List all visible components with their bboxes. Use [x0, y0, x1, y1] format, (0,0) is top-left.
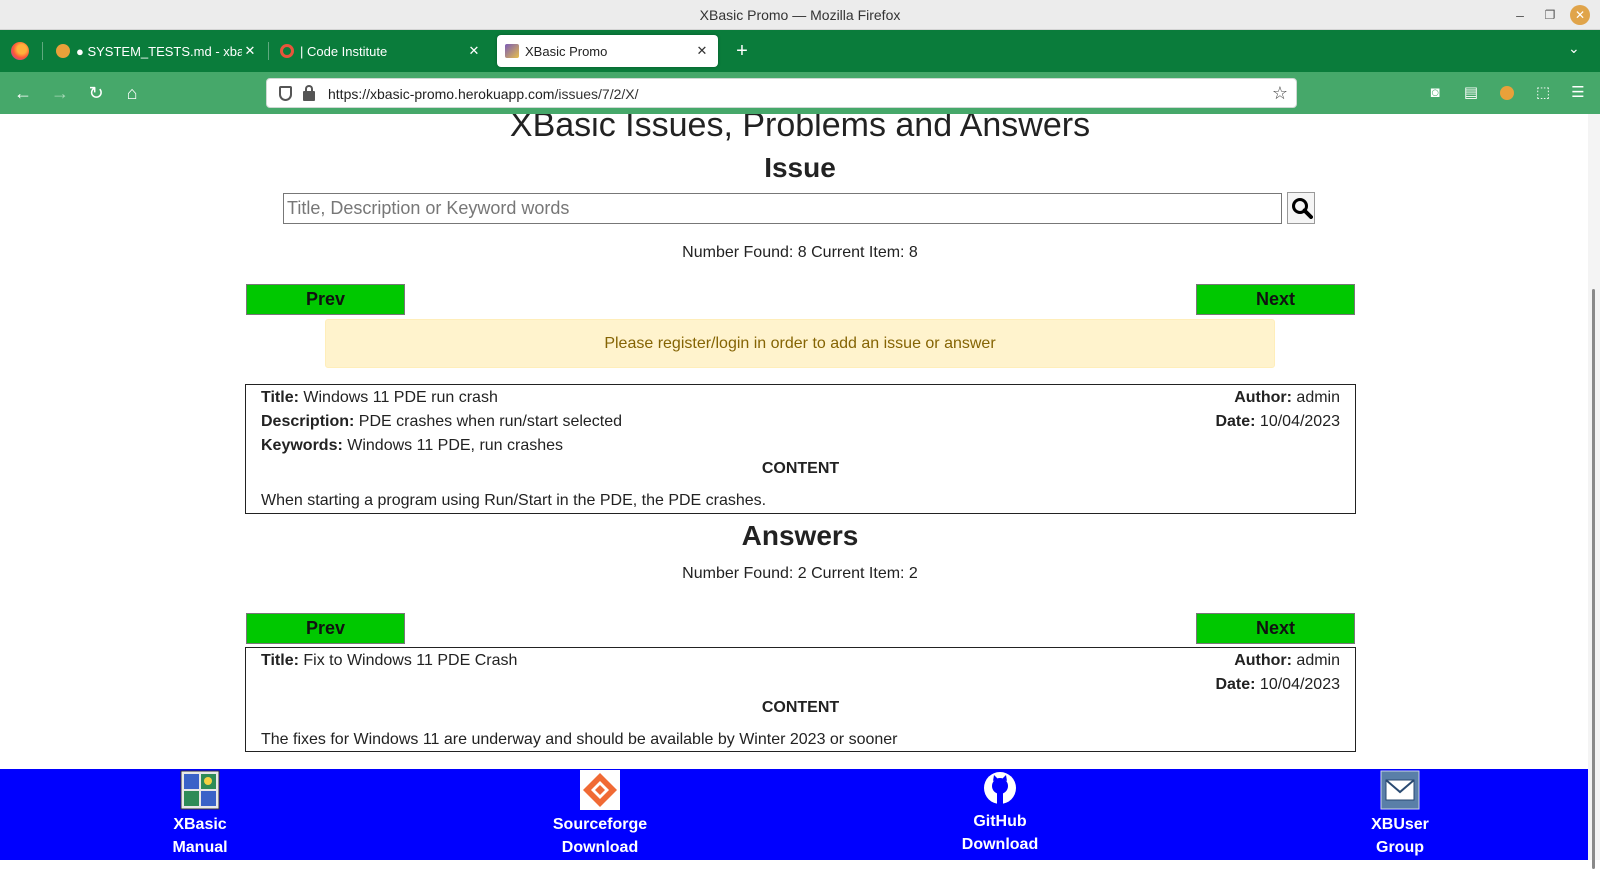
back-arrow-icon[interactable]: ←: [11, 81, 35, 105]
tab-label: XBasic Promo: [525, 43, 608, 59]
issue-date: Date: 10/04/2023: [1215, 413, 1340, 430]
issue-title: Title: Windows 11 PDE run crash: [261, 389, 498, 406]
footer-link-line1: XBUser: [1371, 816, 1429, 833]
answers-heading: Answers: [741, 520, 859, 551]
reader-view-icon[interactable]: ▤: [1461, 83, 1481, 103]
forward-arrow-icon[interactable]: →: [48, 81, 72, 105]
github-icon: [980, 770, 1020, 807]
tab-code-institute[interactable]: | Code Institute ✕: [276, 35, 486, 67]
answer-next-button[interactable]: Next: [1196, 613, 1355, 644]
page-content: XBasic Issues, Problems and Answers Issu…: [0, 114, 1588, 860]
search-button[interactable]: [1287, 192, 1315, 224]
tab-xbasic-promo[interactable]: XBasic Promo ✕: [497, 35, 718, 67]
home-icon[interactable]: ⌂: [120, 81, 144, 105]
bookmark-star-icon[interactable]: ☆: [1272, 83, 1288, 104]
answers-count: Number Found: 2 Current Item: 2: [682, 565, 918, 582]
scrollbar-thumb[interactable]: [1592, 289, 1595, 869]
search-icon: [1292, 198, 1313, 219]
issue-next-button[interactable]: Next: [1196, 284, 1355, 315]
answer-content-label: CONTENT: [761, 699, 840, 716]
tab-label: ● SYSTEM_TESTS.md - xbasic: [76, 43, 242, 59]
lock-icon[interactable]: [303, 85, 315, 101]
tab-close-icon[interactable]: ✕: [466, 43, 482, 59]
extension-icon[interactable]: [1497, 83, 1517, 103]
manual-icon: [180, 770, 220, 810]
answer-content: The fixes for Windows 11 are underway an…: [261, 731, 898, 748]
answer-card: Title: Fix to Windows 11 PDE Crash Autho…: [245, 647, 1356, 752]
window-titlebar: XBasic Promo — Mozilla Firefox – ❐ ✕: [0, 0, 1600, 30]
url-text[interactable]: https://xbasic-promo.herokuapp.com/issue…: [328, 86, 639, 102]
firefox-menu-icon[interactable]: [11, 42, 29, 60]
extensions-puzzle-icon[interactable]: ⬚: [1533, 83, 1553, 103]
window-title: XBasic Promo — Mozilla Firefox: [699, 7, 901, 23]
maximize-icon[interactable]: ❐: [1540, 5, 1560, 25]
tab-close-icon[interactable]: ✕: [242, 43, 258, 59]
footer-link-line1: GitHub: [973, 813, 1027, 830]
footer-link-github[interactable]: GitHub Download: [920, 769, 1080, 856]
list-tabs-chevron-down-icon[interactable]: ⌄: [1568, 40, 1580, 57]
pocket-icon[interactable]: ◙: [1425, 83, 1445, 103]
navigation-toolbar: ← → ↻ ⌂ https://xbasic-promo.herokuapp.c…: [0, 72, 1600, 114]
answer-date: Date: 10/04/2023: [1215, 676, 1340, 693]
footer-link-line2: Group: [1376, 839, 1424, 856]
tab-separator: [268, 42, 269, 60]
issue-content: When starting a program using Run/Start …: [261, 492, 767, 509]
sourceforge-icon: [580, 770, 620, 810]
issue-heading: Issue: [764, 152, 836, 183]
tab-bar: ● SYSTEM_TESTS.md - xbasic ✕ | Code Inst…: [0, 30, 1600, 72]
issue-author: Author: admin: [1234, 389, 1340, 406]
site-title: XBasic Issues, Problems and Answers: [509, 114, 1091, 144]
answer-prev-button[interactable]: Prev: [246, 613, 405, 644]
new-tab-icon[interactable]: +: [730, 38, 754, 64]
issue-prev-button[interactable]: Prev: [246, 284, 405, 315]
mail-group-icon: [1380, 770, 1420, 810]
tab-favicon-icon: [56, 44, 70, 58]
tab-favicon-icon: [505, 44, 519, 58]
minimize-icon[interactable]: –: [1510, 5, 1530, 25]
tab-system-tests[interactable]: ● SYSTEM_TESTS.md - xbasic ✕: [52, 35, 262, 67]
issue-count: Number Found: 8 Current Item: 8: [682, 244, 918, 261]
footer-link-line1: Sourceforge: [552, 816, 648, 833]
tracking-shield-icon[interactable]: [279, 86, 292, 101]
tab-favicon-icon: [280, 44, 294, 58]
issue-content-label: CONTENT: [761, 460, 840, 477]
close-window-icon[interactable]: ✕: [1570, 5, 1590, 25]
issue-keywords: Keywords: Windows 11 PDE, run crashes: [261, 437, 564, 454]
answer-author: Author: admin: [1234, 652, 1340, 669]
login-alert: Please register/login in order to add an…: [325, 319, 1275, 368]
tab-separator: [42, 42, 43, 60]
footer-link-line1: XBasic: [173, 816, 227, 833]
tab-label: | Code Institute: [300, 43, 388, 59]
tab-close-icon[interactable]: ✕: [694, 43, 710, 59]
footer-link-xbuser-group[interactable]: XBUser Group: [1320, 769, 1480, 859]
footer-link-xbasic-manual[interactable]: XBasic Manual: [120, 769, 280, 859]
answer-title: Title: Fix to Windows 11 PDE Crash: [261, 652, 518, 669]
search-input[interactable]: [283, 193, 1282, 224]
hamburger-menu-icon[interactable]: ☰: [1568, 83, 1588, 103]
reload-icon[interactable]: ↻: [84, 81, 108, 105]
issue-description: Description: PDE crashes when run/start …: [261, 413, 623, 430]
issue-card: Title: Windows 11 PDE run crash Descript…: [245, 384, 1356, 514]
footer-link-sourceforge[interactable]: Sourceforge Download: [520, 769, 680, 859]
footer-link-line2: Manual: [172, 839, 228, 856]
page-scrollbar[interactable]: [1588, 114, 1600, 869]
footer-link-line2: Download: [561, 839, 639, 856]
url-bar[interactable]: https://xbasic-promo.herokuapp.com/issue…: [266, 78, 1297, 108]
footer-link-line2: Download: [961, 836, 1039, 853]
footer-links: XBasic Manual Sourceforge Download GitHu…: [0, 769, 1588, 860]
